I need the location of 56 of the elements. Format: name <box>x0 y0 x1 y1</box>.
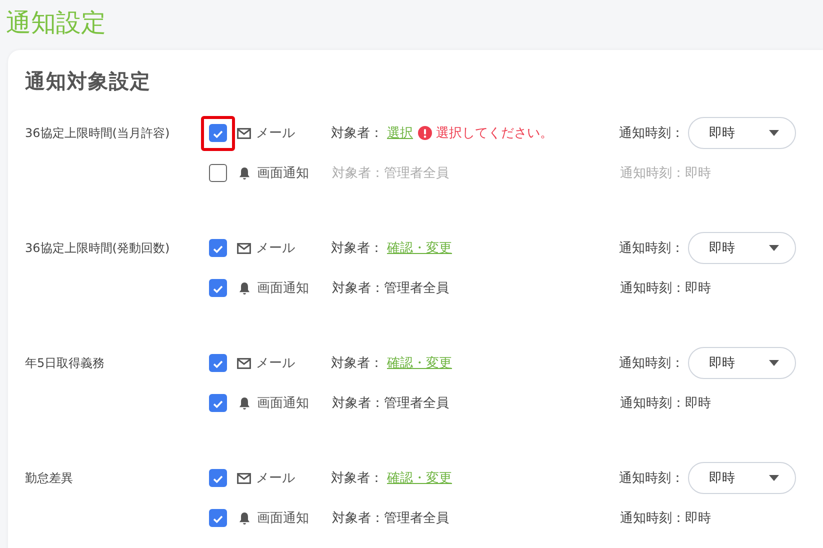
checkbox[interactable] <box>209 509 227 527</box>
notification-type-label: 年5日取得義務 <box>25 355 106 372</box>
channel-label: 画面通知 <box>257 280 310 297</box>
caret-icon <box>769 245 779 251</box>
notification-type-label: 36協定上限時間(発動回数) <box>25 240 171 257</box>
time-label: 通知時刻： <box>619 470 684 487</box>
mail-icon <box>237 358 251 368</box>
time-text: 通知時刻：即時 <box>620 165 711 182</box>
mail-icon <box>237 242 251 254</box>
notification-type-label: 勤怠差異 <box>25 470 74 487</box>
checkbox[interactable] <box>209 469 227 487</box>
notification-type-label: 36協定上限時間(当月許容) <box>25 125 171 142</box>
checkbox[interactable] <box>209 354 227 372</box>
channel-label: メール <box>256 125 296 142</box>
time-dropdown[interactable]: 即時 <box>688 347 796 379</box>
target-label: 対象者： <box>331 470 383 487</box>
checkbox[interactable] <box>209 394 227 412</box>
channel-label: 画面通知 <box>257 510 310 527</box>
section-heading: 通知対象設定 <box>25 68 152 95</box>
mail-icon <box>237 128 251 138</box>
time-label: 通知時刻： <box>619 355 684 372</box>
checkbox[interactable] <box>209 279 227 297</box>
target-text: 対象者：管理者全員 <box>332 395 449 412</box>
checkbox[interactable] <box>209 164 227 182</box>
caret-icon <box>769 130 779 136</box>
bell-icon <box>239 166 250 180</box>
time-dropdown[interactable]: 即時 <box>688 117 796 149</box>
target-text: 対象者：管理者全員 <box>332 165 449 182</box>
channel-label: 画面通知 <box>257 165 310 182</box>
channel-label: 画面通知 <box>257 395 310 412</box>
time-label: 通知時刻： <box>619 240 684 257</box>
time-text: 通知時刻：即時 <box>620 510 711 527</box>
mail-icon <box>237 472 251 484</box>
bell-icon <box>239 512 250 524</box>
target-text: 対象者：管理者全員 <box>332 510 449 527</box>
target-label: 対象者： <box>331 355 383 372</box>
time-label: 通知時刻： <box>619 125 684 142</box>
target-label: 対象者： <box>331 240 383 257</box>
checkbox[interactable] <box>209 124 227 142</box>
bell-icon <box>239 282 250 294</box>
channel-label: メール <box>256 470 296 487</box>
time-text: 通知時刻：即時 <box>620 280 711 297</box>
channel-label: メール <box>256 355 296 372</box>
time-text: 通知時刻：即時 <box>620 395 711 412</box>
checkbox[interactable] <box>209 239 227 257</box>
caret-icon <box>769 360 779 366</box>
target-text: 対象者：管理者全員 <box>332 280 449 297</box>
time-dropdown[interactable]: 即時 <box>688 232 796 264</box>
error-message: 選択してください。 <box>436 125 553 142</box>
caret-icon <box>769 475 779 481</box>
target-label: 対象者： <box>331 125 383 142</box>
error-icon <box>418 126 432 140</box>
page-title: 通知設定 <box>6 7 107 39</box>
channel-label: メール <box>256 240 296 257</box>
bell-icon <box>239 396 250 410</box>
time-dropdown[interactable]: 即時 <box>688 462 796 494</box>
